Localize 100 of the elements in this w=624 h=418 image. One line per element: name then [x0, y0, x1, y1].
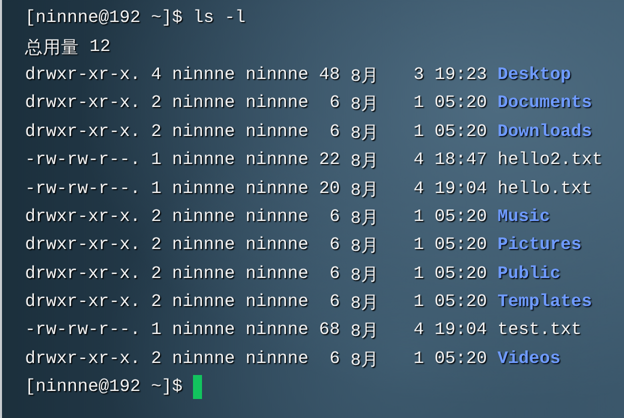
day-text: 1 [414, 348, 426, 369]
time-text: 05:20 [434, 235, 488, 256]
file-size: 6 [330, 292, 340, 312]
time-text: 19:23 [434, 64, 488, 85]
group-name: ninnne [246, 150, 310, 170]
directory-name: Downloads [498, 122, 594, 142]
owner-name: ninnne [172, 206, 236, 227]
file-size: 20 [319, 178, 340, 199]
owner-name: ninnne [172, 64, 236, 85]
group-name: ninnne [246, 320, 310, 340]
link-count: 2 [151, 93, 163, 114]
permissions-text: drwxr-xr-x. [25, 264, 142, 284]
link-count: 2 [151, 348, 163, 369]
day-text: 1 [414, 264, 426, 284]
prompt-text: [ninnne@192 ~]$ [25, 377, 183, 398]
time-text: 05:20 [434, 206, 488, 227]
prompt-text: [ninnne@192 ~]$ [25, 8, 183, 28]
permissions-text: drwxr-xr-x. [25, 348, 142, 369]
time-text: 05:20 [434, 264, 488, 284]
month-text: 8月 [350, 321, 380, 342]
owner-name: ninnne [172, 348, 236, 369]
owner-name: ninnne [172, 93, 236, 114]
group-name: ninnne [246, 264, 310, 284]
permissions-text: drwxr-xr-x. [25, 93, 142, 114]
permissions-text: drwxr-xr-x. [25, 206, 142, 227]
link-count: 2 [151, 206, 163, 227]
file-size: 68 [319, 320, 340, 340]
day-text: 1 [414, 93, 426, 114]
permissions-text: drwxr-xr-x. [25, 64, 142, 85]
permissions-text: drwxr-xr-x. [25, 235, 142, 256]
month-text: 8月 [350, 122, 380, 144]
file-size: 6 [330, 264, 340, 284]
link-count: 1 [151, 150, 163, 170]
group-name: ninnne [246, 178, 310, 199]
owner-name: ninnne [172, 122, 236, 142]
day-text: 3 [414, 64, 426, 85]
day-text: 1 [414, 122, 426, 142]
total-value: 12 [90, 36, 111, 57]
file-name: hello2.txt [498, 150, 604, 170]
file-size: 6 [330, 206, 340, 227]
group-name: ninnne [246, 64, 310, 85]
time-text: 19:04 [434, 178, 488, 199]
day-text: 4 [414, 320, 426, 340]
link-count: 4 [151, 64, 163, 85]
directory-name: Templates [498, 292, 594, 312]
month-text: 8月 [350, 151, 380, 172]
day-text: 1 [414, 292, 426, 312]
month-text: 8月 [350, 208, 380, 229]
group-name: ninnne [246, 292, 310, 312]
day-text: 1 [414, 206, 426, 227]
time-text: 05:20 [434, 93, 488, 114]
directory-name: Music [498, 206, 552, 227]
group-name: ninnne [246, 93, 310, 114]
owner-name: ninnne [172, 320, 236, 340]
time-text: 05:20 [434, 348, 488, 369]
owner-name: ninnne [172, 292, 236, 312]
month-text: 8月 [350, 293, 380, 314]
permissions-text: -rw-rw-r--. [25, 320, 142, 340]
owner-name: ninnne [172, 235, 236, 256]
time-text: 05:20 [434, 122, 488, 142]
total-label: 总用量 [25, 38, 79, 59]
time-text: 05:20 [434, 292, 488, 312]
owner-name: ninnne [172, 178, 236, 199]
permissions-text: -rw-rw-r--. [25, 150, 142, 170]
file-size: 48 [319, 64, 340, 85]
link-count: 2 [151, 292, 163, 312]
group-name: ninnne [246, 235, 310, 256]
file-size: 6 [330, 348, 340, 369]
month-text: 8月 [350, 236, 380, 258]
link-count: 1 [151, 320, 163, 340]
month-text: 8月 [350, 350, 380, 371]
file-size: 6 [330, 122, 340, 142]
group-name: ninnne [246, 206, 310, 227]
file-name: hello.txt [498, 178, 594, 199]
day-text: 1 [414, 235, 426, 256]
month-text: 8月 [350, 180, 380, 201]
directory-name: Videos [498, 348, 562, 369]
day-text: 4 [414, 178, 426, 199]
owner-name: ninnne [172, 150, 236, 170]
month-text: 8月 [350, 264, 380, 286]
command-text: ls -l [193, 8, 246, 28]
month-text: 8月 [350, 66, 380, 87]
owner-name: ninnne [172, 264, 236, 284]
link-count: 2 [151, 235, 163, 256]
permissions-text: drwxr-xr-x. [25, 122, 142, 142]
permissions-text: drwxr-xr-x. [25, 292, 142, 312]
directory-name: Public [498, 264, 562, 284]
group-name: ninnne [246, 348, 310, 369]
permissions-text: -rw-rw-r--. [25, 178, 142, 199]
link-count: 2 [151, 122, 163, 142]
directory-name: Desktop [498, 64, 572, 85]
file-size: 22 [319, 150, 340, 170]
directory-name: Documents [498, 93, 594, 114]
time-text: 18:47 [434, 150, 488, 170]
month-text: 8月 [350, 94, 380, 116]
link-count: 2 [151, 264, 163, 284]
directory-name: Pictures [498, 235, 583, 256]
file-name: test.txt [498, 320, 583, 340]
day-text: 4 [414, 150, 426, 170]
link-count: 1 [151, 178, 163, 199]
